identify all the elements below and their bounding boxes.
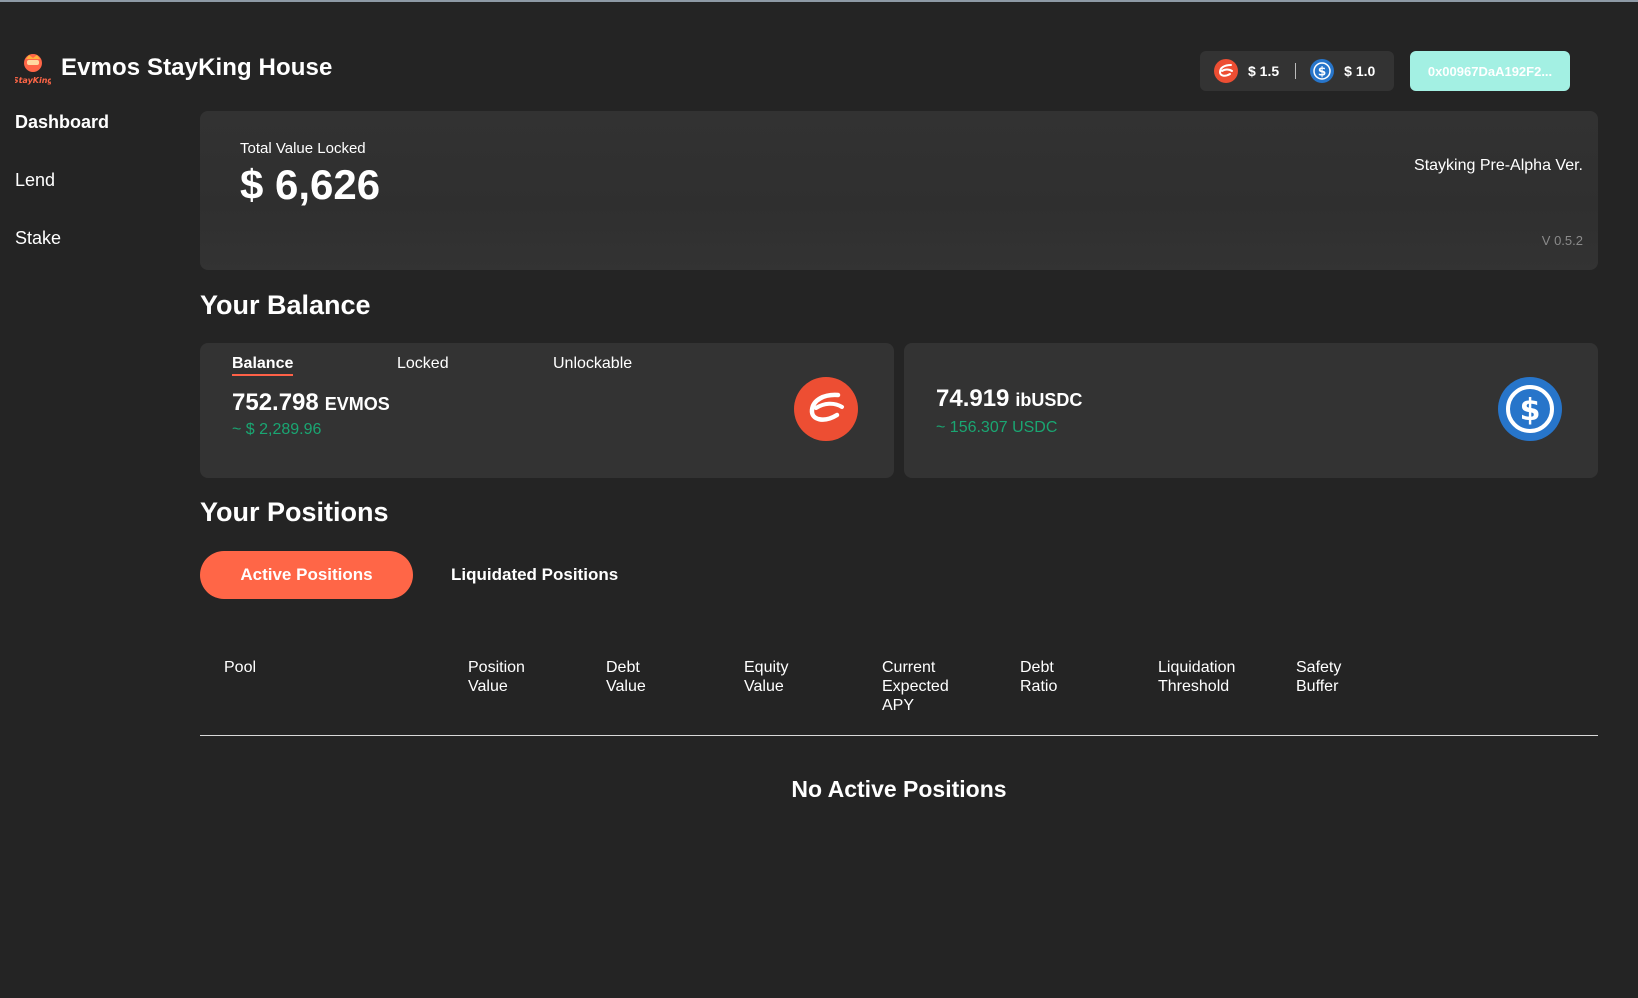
ibusdc-balance-amount: 74.919 ibUSDC xyxy=(936,385,1082,413)
sidebar-item-stake[interactable]: Stake xyxy=(15,228,109,286)
usdc-coin-icon: $ xyxy=(1310,59,1335,83)
evmos-balance-card: Balance Locked Unlockable 752.798 EVMOS ~… xyxy=(200,343,894,478)
ibusdc-balance-card: 74.919 ibUSDC ~ 156.307 USDC $ xyxy=(904,343,1598,478)
column-header-debt-ratio: Debt Ratio xyxy=(1020,659,1058,695)
app-title: Evmos StayKing House xyxy=(61,54,333,81)
column-header-pool: Pool xyxy=(224,659,257,676)
evmos-coin-icon xyxy=(1214,59,1238,83)
evmos-amount-unit: EVMOS xyxy=(324,394,390,414)
svg-text:$: $ xyxy=(1318,65,1326,79)
ibusdc-amount-unit: ibUSDC xyxy=(1015,390,1083,410)
table-divider xyxy=(200,735,1598,736)
version-title: Stayking Pre-Alpha Ver. xyxy=(1414,157,1583,174)
column-header-position-value: Position Value xyxy=(468,659,525,695)
tab-liquidated-positions[interactable]: Liquidated Positions xyxy=(451,551,618,599)
column-header-safety-buffer: Safety Buffer xyxy=(1296,659,1342,695)
positions-section-title: Your Positions xyxy=(200,497,389,527)
evmos-balance-usd: ~ $ 2,289.96 xyxy=(232,421,322,438)
usdc-coin-icon: $ xyxy=(1498,377,1562,441)
evmos-amount-value: 752.798 xyxy=(232,389,319,416)
window-top-border xyxy=(0,0,1638,2)
evmos-balance-amount: 752.798 EVMOS xyxy=(232,389,390,417)
tvl-card: Total Value Locked $ 6,626 Stayking Pre-… xyxy=(200,111,1598,270)
empty-positions-message: No Active Positions xyxy=(791,776,1007,802)
ibusdc-balance-usdc: ~ 156.307 USDC xyxy=(936,419,1058,436)
tab-locked[interactable]: Locked xyxy=(397,355,449,373)
brand[interactable]: StayKing Evmos StayKing House xyxy=(13,50,333,86)
tab-unlockable[interactable]: Unlockable xyxy=(553,355,632,373)
column-header-equity-value: Equity Value xyxy=(744,659,789,695)
stayking-logo-icon: StayKing xyxy=(13,50,53,86)
usdc-price: $ 1.0 xyxy=(1344,63,1376,79)
logo-text: StayKing xyxy=(15,76,51,85)
version-number: V 0.5.2 xyxy=(1541,233,1583,248)
balance-section-title: Your Balance xyxy=(200,290,371,320)
tvl-value: $ 6,626 xyxy=(240,161,381,208)
sidebar-item-dashboard[interactable]: Dashboard xyxy=(15,112,109,170)
tab-active-positions[interactable]: Active Positions xyxy=(200,551,413,599)
sidebar-item-lend[interactable]: Lend xyxy=(15,170,109,228)
wallet-address-button[interactable]: 0x00967DaA192F2... xyxy=(1410,51,1570,91)
tvl-label: Total Value Locked xyxy=(240,140,366,157)
price-divider xyxy=(1295,63,1297,79)
column-header-debt-value: Debt Value xyxy=(606,659,646,695)
ibusdc-amount-value: 74.919 xyxy=(936,385,1010,412)
column-header-liquidation-threshold: Liquidation Threshold xyxy=(1158,659,1236,695)
price-ticker: $ 1.5 $ $ 1.0 xyxy=(1200,51,1394,91)
sidebar-nav: Dashboard Lend Stake xyxy=(15,112,109,286)
column-header-current-expected-apy: Current Expected APY xyxy=(882,659,949,714)
tab-balance[interactable]: Balance xyxy=(232,355,294,376)
evmos-price: $ 1.5 xyxy=(1248,63,1280,79)
evmos-coin-icon xyxy=(794,377,858,441)
svg-text:$: $ xyxy=(1520,393,1541,428)
